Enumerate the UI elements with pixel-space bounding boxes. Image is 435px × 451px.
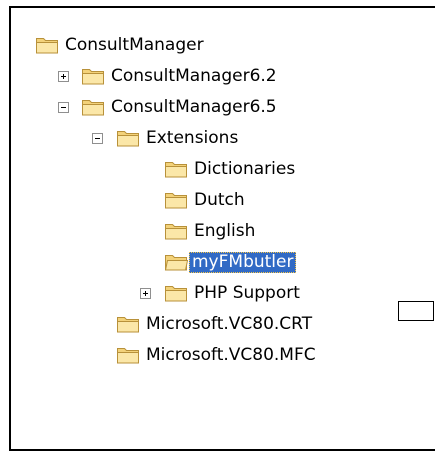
folder-icon xyxy=(82,100,104,116)
rename-edit-box[interactable] xyxy=(398,301,434,321)
folder-icon xyxy=(165,162,187,178)
tree-item-label: PHP Support xyxy=(194,283,300,303)
tree-item-label: Microsoft.VC80.MFC xyxy=(146,345,316,365)
plus-box-icon[interactable] xyxy=(140,288,151,299)
folder-open-icon xyxy=(164,255,188,271)
plus-box-icon[interactable] xyxy=(58,71,69,82)
tree-item-label: English xyxy=(194,221,256,241)
folder-icon xyxy=(165,286,187,302)
tree-item-label: Extensions xyxy=(146,128,239,148)
tree-item-label: Dutch xyxy=(194,190,245,210)
tree-item-label: Microsoft.VC80.CRT xyxy=(146,314,313,334)
tree-item-label: ConsultManager xyxy=(65,35,204,55)
folder-icon xyxy=(36,38,58,54)
folder-icon xyxy=(117,348,139,364)
minus-box-icon[interactable] xyxy=(58,102,69,113)
folder-icon xyxy=(117,131,139,147)
minus-box-icon[interactable] xyxy=(92,133,103,144)
tree-item-label: Dictionaries xyxy=(194,159,296,179)
folder-icon xyxy=(165,224,187,240)
folder-icon xyxy=(117,317,139,333)
tree-item-label-selected: myFMbutler xyxy=(189,252,297,273)
folder-icon xyxy=(82,69,104,85)
tree-item-label: ConsultManager6.5 xyxy=(111,97,277,117)
folder-icon xyxy=(165,193,187,209)
tree-item-label: ConsultManager6.2 xyxy=(111,66,277,86)
